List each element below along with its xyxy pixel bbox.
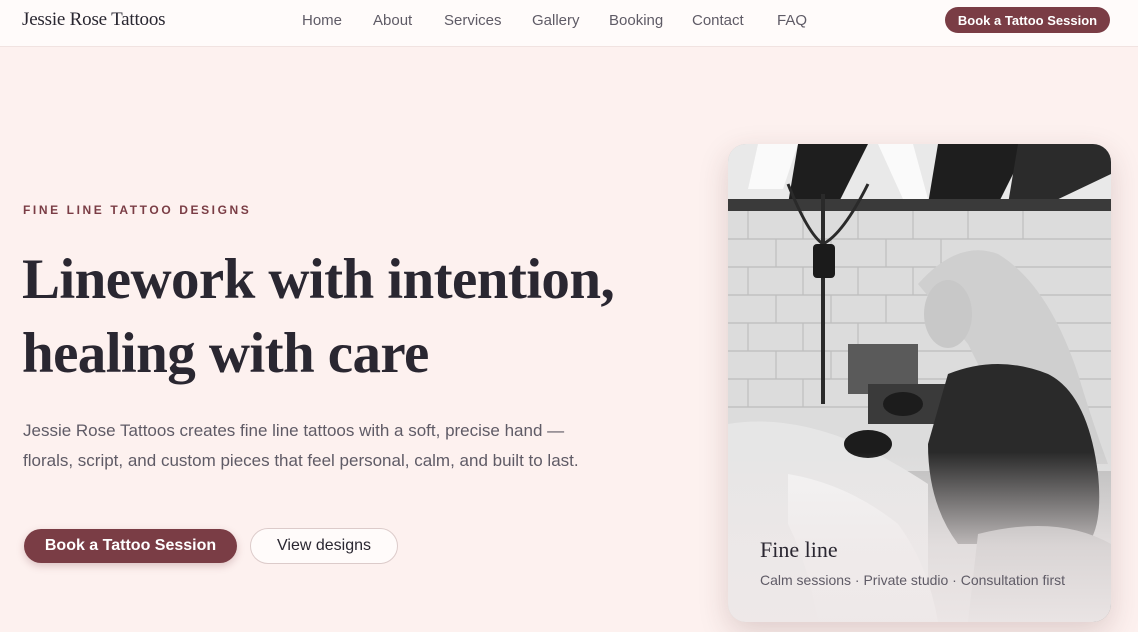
nav-home[interactable]: Home: [302, 12, 342, 29]
nav-about[interactable]: About: [373, 12, 412, 29]
card-title: Fine line: [760, 537, 838, 562]
card-subtitle: Calm sessions · Private studio · Consult…: [760, 572, 1065, 588]
book-session-button[interactable]: Book a Tattoo Session: [24, 529, 237, 563]
header-book-button[interactable]: Book a Tattoo Session: [945, 7, 1110, 33]
headline-line-1: Linework with intention,: [22, 248, 615, 311]
view-designs-button[interactable]: View designs: [250, 528, 398, 564]
site-header: Jessie Rose Tattoos Home About Services …: [0, 0, 1138, 47]
nav-faq[interactable]: FAQ: [777, 12, 807, 29]
hero-eyebrow: FINE LINE TATTOO DESIGNS: [23, 203, 252, 217]
hero-headline: Linework with intention, healing with ca…: [22, 243, 642, 391]
nav-contact[interactable]: Contact: [692, 12, 744, 29]
headline-line-2: healing with care: [22, 322, 429, 385]
nav-gallery[interactable]: Gallery: [532, 12, 580, 29]
nav-services[interactable]: Services: [444, 12, 502, 29]
hero-description: Jessie Rose Tattoos creates fine line ta…: [23, 421, 579, 470]
hero-image-card: Fine line Calm sessions · Private studio…: [728, 144, 1111, 622]
nav-booking[interactable]: Booking: [609, 12, 663, 29]
